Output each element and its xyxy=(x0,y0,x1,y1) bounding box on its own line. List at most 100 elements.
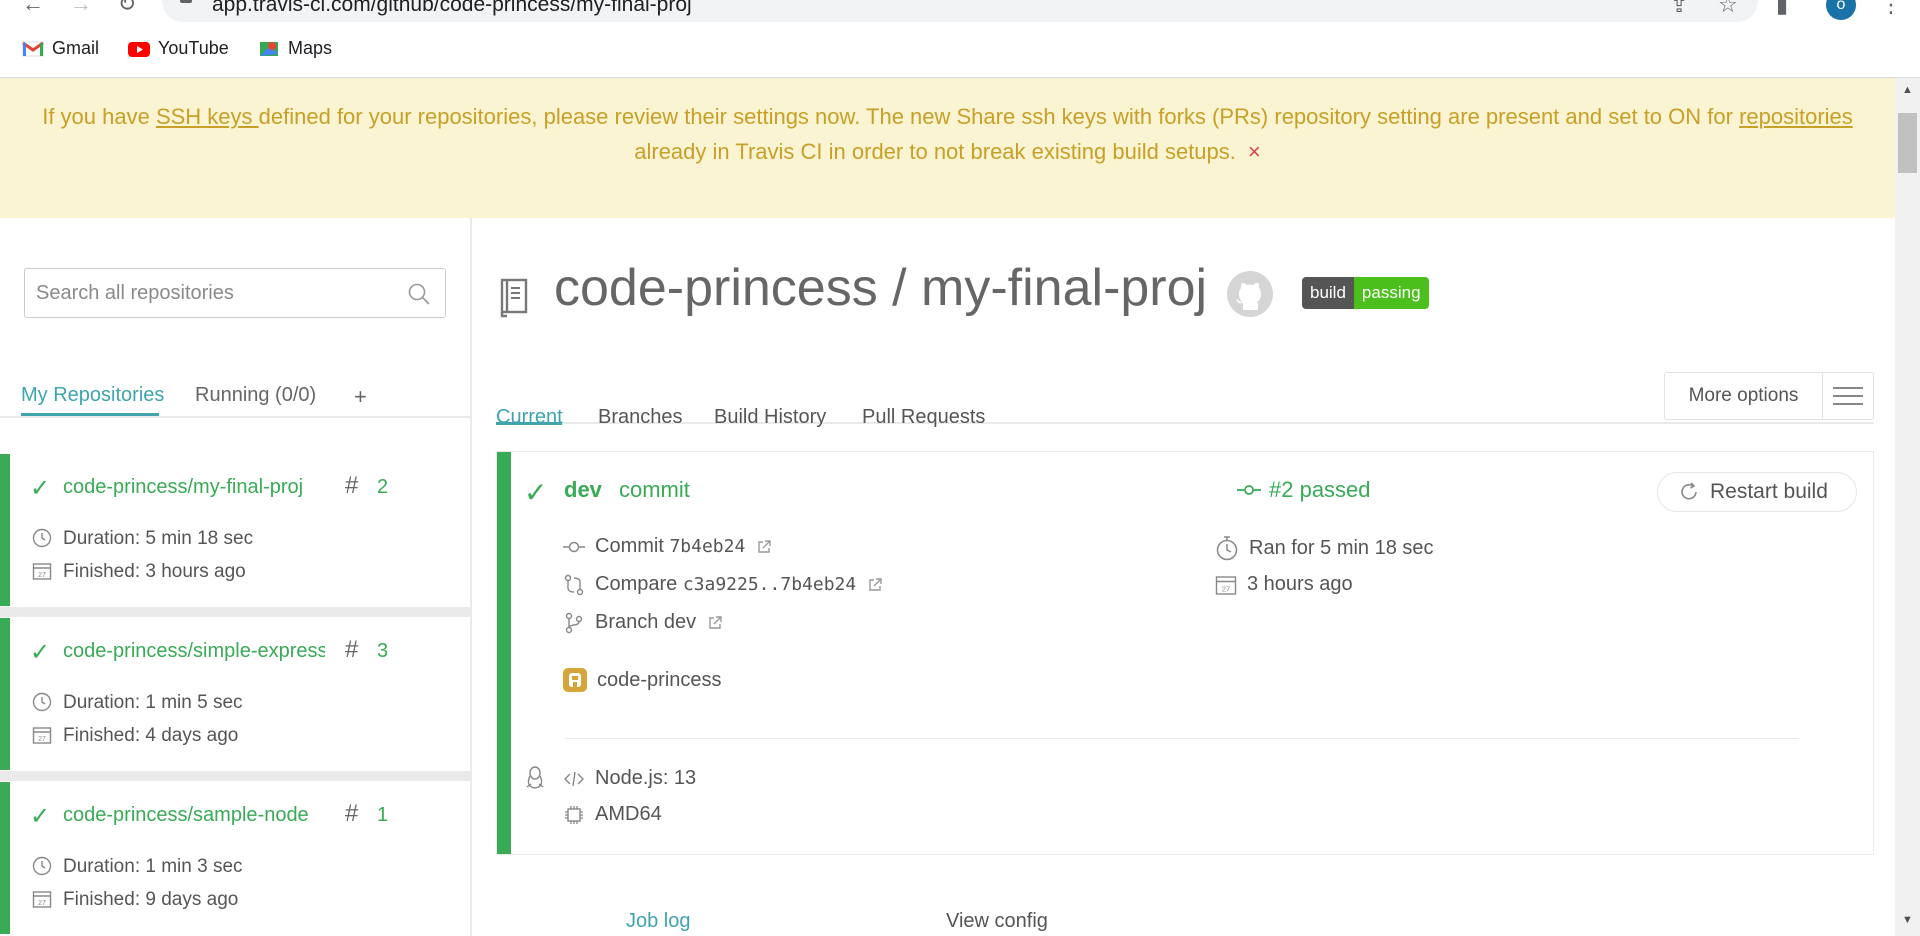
gmail-icon xyxy=(22,41,44,56)
status-bar xyxy=(0,782,10,934)
commit-row[interactable]: Commit 7b4eb24 xyxy=(563,535,772,558)
code-icon xyxy=(564,771,584,786)
browser-chrome: ← → ↻ app.travis-ci.com/github/code-prin… xyxy=(0,0,1920,78)
ran-for-text: Ran for 5 min 18 sec xyxy=(1249,536,1434,559)
back-icon[interactable]: ← xyxy=(18,0,48,18)
external-link-icon[interactable] xyxy=(708,615,722,630)
repo-card[interactable]: ✓ code-princess/sample-node # 1 Duration… xyxy=(0,782,470,934)
commit-label: Commit xyxy=(595,535,664,557)
active-tab-indicator xyxy=(21,413,159,416)
hamburger-menu-icon[interactable] xyxy=(1823,373,1873,419)
ssh-keys-link[interactable]: SSH keys xyxy=(156,104,259,129)
external-link-icon[interactable] xyxy=(868,577,882,592)
arch-row: AMD64 xyxy=(563,803,662,826)
current-build-card: ✓ dev commit #2 passed Restart build Com… xyxy=(496,451,1874,855)
more-options-label: More options xyxy=(1665,373,1823,419)
menu-kebab-icon[interactable]: ⋮ xyxy=(1880,0,1902,18)
profile-avatar[interactable]: o xyxy=(1826,0,1856,20)
scroll-up-arrow-icon[interactable]: ▲ xyxy=(1902,84,1913,96)
tab-running[interactable]: Running (0/0) xyxy=(195,384,316,407)
banner-text: If you have xyxy=(42,104,156,129)
tab-build-history[interactable]: Build History xyxy=(714,406,826,429)
repo-card[interactable]: ✓ code-princess/my-final-proj # 2 Durati… xyxy=(0,454,470,606)
arch-text: AMD64 xyxy=(595,803,662,825)
branch-name-link[interactable]: dev xyxy=(564,477,602,503)
compare-row[interactable]: Compare c3a9225..7b4eb24 xyxy=(563,573,882,596)
repositories-sidebar: My Repositories Running (0/0) + ✓ code-p… xyxy=(0,218,472,936)
build-number-link[interactable]: 2 xyxy=(377,476,388,499)
search-input[interactable] xyxy=(36,269,396,317)
bookmark-maps[interactable]: Maps xyxy=(258,38,332,59)
repo-name-link[interactable]: code-princess/simple-express xyxy=(63,640,325,663)
forward-icon[interactable]: → xyxy=(66,0,96,18)
job-tabs: Job log View config xyxy=(474,908,1895,936)
bookmark-label: YouTube xyxy=(158,38,229,58)
language-text: Node.js: 13 xyxy=(595,767,697,789)
tab-branches[interactable]: Branches xyxy=(598,406,683,429)
compare-label: Compare xyxy=(595,573,678,595)
stopwatch-icon xyxy=(1216,536,1238,561)
url-text[interactable]: app.travis-ci.com/github/code-princess/m… xyxy=(212,0,692,17)
calendar-icon: 27 xyxy=(1215,575,1237,595)
author-row: code-princess xyxy=(563,668,722,692)
badge-value: passing xyxy=(1353,277,1429,309)
scrollbar-thumb[interactable] xyxy=(1898,113,1917,173)
svg-text:27: 27 xyxy=(38,736,46,743)
check-icon: ✓ xyxy=(30,475,51,502)
branch-icon xyxy=(565,612,583,633)
tab-pull-requests[interactable]: Pull Requests xyxy=(862,406,985,429)
calendar-icon: 27 xyxy=(32,891,52,908)
restart-build-button[interactable]: Restart build xyxy=(1657,472,1857,512)
tab-view-config[interactable]: View config xyxy=(946,910,1048,933)
bookmark-label: Maps xyxy=(288,38,333,58)
repositories-link[interactable]: repositories xyxy=(1739,104,1853,129)
separator xyxy=(0,607,470,617)
build-number-link[interactable]: 1 xyxy=(377,804,388,827)
github-icon[interactable] xyxy=(1226,270,1274,318)
youtube-icon xyxy=(128,41,150,57)
more-options-button[interactable]: More options xyxy=(1664,372,1874,420)
repo-name-link[interactable]: code-princess/my-final-proj xyxy=(63,476,303,499)
check-icon: ✓ xyxy=(524,477,548,508)
tab-job-log[interactable]: Job log xyxy=(626,910,691,933)
share-icon[interactable]: ⇪ xyxy=(1670,0,1688,18)
language-row: Node.js: 13 xyxy=(563,767,696,790)
tab-current[interactable]: Current xyxy=(496,406,563,429)
repo-card[interactable]: ✓ code-princess/simple-express # 3 Durat… xyxy=(0,618,470,770)
build-status-badge[interactable]: build passing xyxy=(1302,277,1429,309)
sidebar-tabs: My Repositories Running (0/0) + xyxy=(0,368,470,418)
duration-text: Duration: 5 min 18 sec xyxy=(63,528,254,549)
scroll-down-arrow-icon[interactable]: ▼ xyxy=(1902,914,1913,926)
tab-my-repositories[interactable]: My Repositories xyxy=(21,384,164,407)
compare-range: c3a9225..7b4eb24 xyxy=(682,574,857,595)
bookmark-gmail[interactable]: Gmail xyxy=(22,38,99,59)
banner-text: already in Travis CI in order to not bre… xyxy=(634,139,1236,164)
bookmark-youtube[interactable]: YouTube xyxy=(128,38,229,59)
calendar-icon: 27 xyxy=(32,727,52,744)
build-number-link[interactable]: 3 xyxy=(377,640,388,663)
close-icon[interactable]: × xyxy=(1248,139,1261,164)
build-status[interactable]: #2 passed xyxy=(1237,477,1371,503)
banner-text: defined for your repositories, please re… xyxy=(258,104,1740,129)
status-bar xyxy=(0,618,10,770)
hash-icon: # xyxy=(345,800,359,827)
add-repository-button[interactable]: + xyxy=(354,384,367,410)
external-link-icon[interactable] xyxy=(757,539,772,554)
status-bar xyxy=(0,454,10,606)
address-bar[interactable]: app.travis-ci.com/github/code-princess/m… xyxy=(162,0,1758,22)
main-content: code-princess / my-final-proj build pass… xyxy=(474,218,1895,936)
status-bar xyxy=(497,452,511,854)
vertical-scrollbar[interactable]: ▲ ▼ xyxy=(1895,78,1920,936)
side-panel-icon[interactable]: ▮ xyxy=(1776,0,1788,18)
clock-icon xyxy=(32,856,52,876)
bookmark-star-icon[interactable]: ☆ xyxy=(1718,0,1738,18)
search-box[interactable] xyxy=(24,268,446,318)
branch-row[interactable]: Branch dev xyxy=(563,611,722,634)
lock-icon xyxy=(180,0,192,3)
repo-name-link[interactable]: code-princess/sample-node xyxy=(63,804,309,827)
active-tab-indicator xyxy=(496,422,562,425)
maps-icon xyxy=(260,41,278,56)
commit-sha: 7b4eb24 xyxy=(669,536,746,557)
search-icon[interactable] xyxy=(407,282,431,306)
reload-icon[interactable]: ↻ xyxy=(112,0,142,18)
